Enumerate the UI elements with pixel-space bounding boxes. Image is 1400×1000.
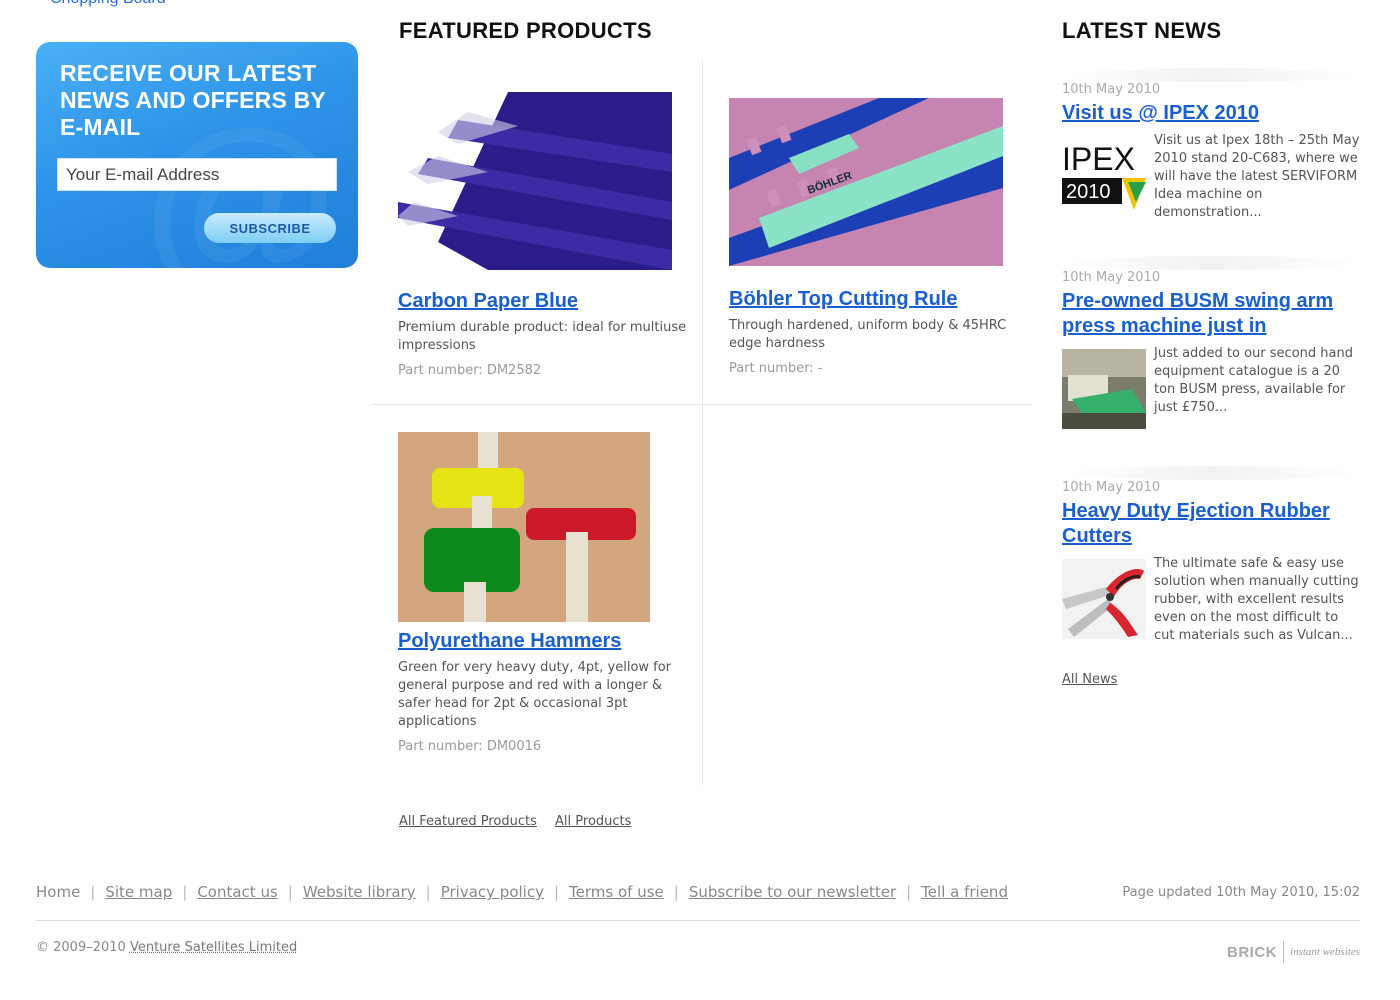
all-featured-products-link[interactable]: All Featured Products (399, 814, 537, 829)
footer-nav: Home | Site map | Contact us | Website library… (36, 883, 1008, 901)
latest-news-heading: LATEST NEWS (1062, 18, 1222, 43)
footer-divider (36, 920, 1360, 921)
news-date: 10th May 2010 (1062, 480, 1161, 495)
all-news-link[interactable]: All News (1062, 672, 1117, 687)
carbon-paper-blue-photo[interactable] (398, 92, 672, 272)
footer-link-subscribe-newsletter[interactable]: Subscribe to our newsletter (689, 883, 896, 901)
product-title-link[interactable]: Polyurethane Hammers (398, 630, 688, 653)
news-date: 10th May 2010 (1062, 270, 1161, 285)
news-summary: Just added to our second hand equipment … (1154, 346, 1353, 415)
ipex-logo[interactable]: IPEX 2010 (1062, 136, 1146, 216)
brick-logo-divider (1283, 941, 1285, 963)
product-part-number: Part number: - (729, 361, 823, 376)
grid-divider-horizontal (372, 404, 1032, 405)
ipex-logo-text: IPEX (1062, 141, 1135, 177)
news-title-link[interactable]: Visit us @ IPEX 2010 (1062, 101, 1362, 126)
footer-separator: | (553, 883, 560, 901)
newsletter-box: @ Receive our latest news and offers by … (36, 42, 358, 268)
product-links: All Featured Products All Products (399, 814, 645, 829)
bohler-cutting-rule-photo[interactable]: BÖHLER (729, 98, 1003, 266)
news-divider (1062, 466, 1362, 480)
news-title-link[interactable]: Heavy Duty Ejection Rubber Cutters (1062, 499, 1362, 549)
product-card: Polyurethane Hammers Green for very heav… (398, 432, 688, 754)
press-machine-photo[interactable] (1062, 349, 1146, 429)
footer-separator: | (90, 883, 96, 901)
top-product-link[interactable]: Chopping Board (50, 0, 166, 8)
email-field[interactable] (57, 158, 337, 191)
page-updated-text: Page updated 10th May 2010, 15:02 (1122, 885, 1360, 900)
polyurethane-hammers-photo[interactable] (398, 432, 650, 622)
footer-link-website-library[interactable]: Website library (303, 883, 416, 901)
footer-separator: | (906, 883, 912, 901)
news-divider (1062, 68, 1362, 82)
subscribe-button[interactable]: SUBSCRIBE (204, 213, 336, 243)
footer-separator: | (673, 883, 679, 901)
news-item: 10th May 2010 Visit us @ IPEX 2010 IPEX … (1062, 68, 1362, 222)
product-description: Green for very heavy duty, 4pt, yellow f… (398, 660, 672, 729)
news-item: 10th May 2010 Pre-owned BUSM swing arm p… (1062, 256, 1362, 429)
footer-separator: | (287, 883, 293, 901)
news-divider (1062, 256, 1362, 270)
copyright: © 2009–2010 Venture Satellites Limited (36, 940, 297, 955)
footer-link-home[interactable]: Home (36, 883, 80, 901)
news-title-link[interactable]: Pre-owned BUSM swing arm press machine j… (1062, 289, 1362, 339)
news-summary: Visit us at Ipex 18th – 25th May 2010 st… (1154, 133, 1360, 220)
news-summary: The ultimate safe & easy use solution wh… (1154, 556, 1359, 643)
featured-products-heading: FEATURED PRODUCTS (399, 18, 652, 43)
product-title-link[interactable]: Carbon Paper Blue (398, 290, 688, 313)
footer-link-privacy-policy[interactable]: Privacy policy (441, 883, 544, 901)
product-description: Premium durable product: ideal for multi… (398, 320, 687, 353)
rubber-cutters-photo[interactable] (1062, 559, 1146, 639)
footer-link-contact-us[interactable]: Contact us (197, 883, 277, 901)
product-part-number: Part number: DM0016 (398, 739, 542, 754)
product-description: Through hardened, uniform body & 45HRC e… (729, 318, 1007, 351)
brick-logo[interactable]: BRICK instant websites (1227, 940, 1360, 964)
footer-link-terms-of-use[interactable]: Terms of use (569, 883, 664, 901)
news-date: 10th May 2010 (1062, 82, 1161, 97)
product-card: BÖHLER Böhler Top Cutting Rule Through h… (729, 98, 1019, 376)
copyright-years: © 2009–2010 (36, 940, 126, 955)
footer-link-site-map[interactable]: Site map (105, 883, 172, 901)
newsletter-heading: Receive our latest news and offers by e-… (60, 60, 326, 140)
ipex-logo-year: 2010 (1066, 181, 1111, 203)
brick-logo-text: BRICK (1227, 943, 1278, 961)
product-card: Carbon Paper Blue Premium durable produc… (398, 92, 688, 378)
company-link[interactable]: Venture Satellites Limited (130, 940, 297, 955)
all-products-link[interactable]: All Products (555, 814, 631, 829)
news-item: 10th May 2010 Heavy Duty Ejection Rubber… (1062, 466, 1362, 645)
grid-divider-vertical (702, 60, 703, 785)
footer-separator: | (182, 883, 188, 901)
footer-link-tell-a-friend[interactable]: Tell a friend (921, 883, 1008, 901)
footer-separator: | (425, 883, 431, 901)
brick-logo-tagline: instant websites (1290, 946, 1360, 958)
product-part-number: Part number: DM2582 (398, 363, 542, 378)
product-title-link[interactable]: Böhler Top Cutting Rule (729, 288, 1019, 311)
